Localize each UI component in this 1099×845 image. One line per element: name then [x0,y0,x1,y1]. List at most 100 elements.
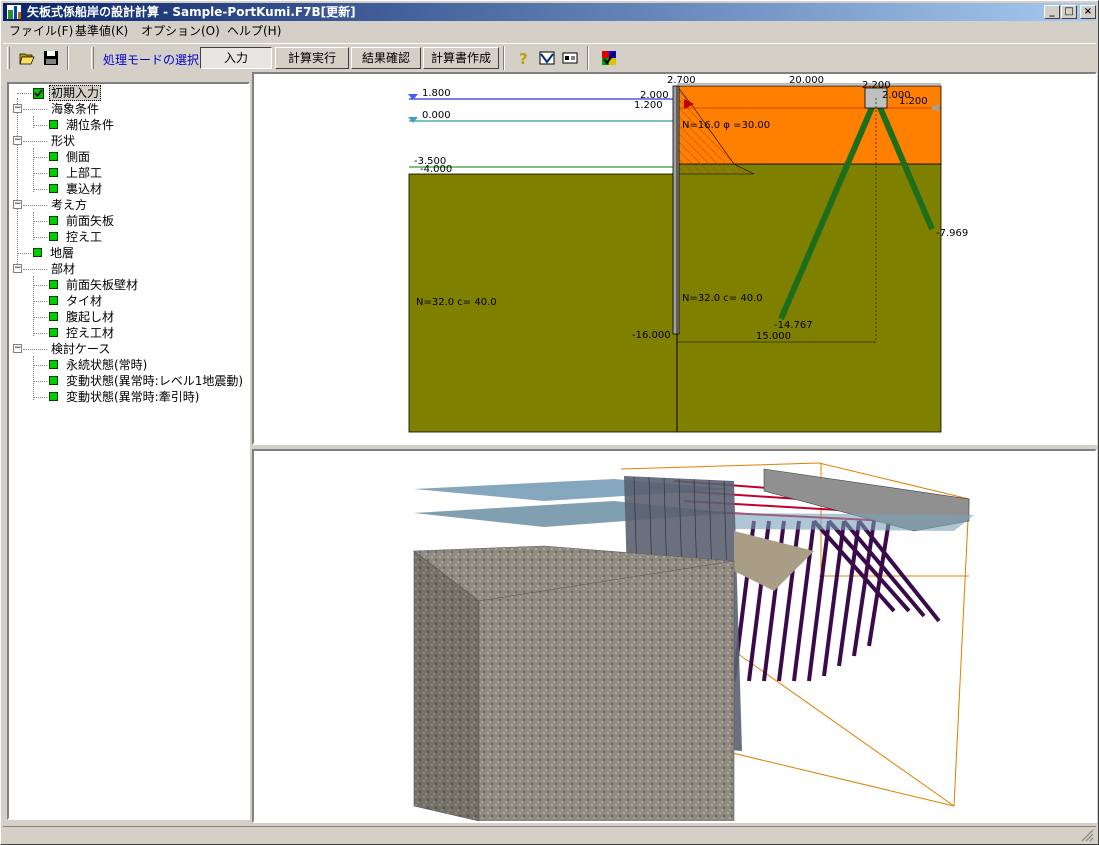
folder-open-icon [19,53,35,65]
tree-item-label: 控え工 [66,230,103,244]
color-check-icon [602,51,616,65]
tree-item-label: 前面矢板 [66,214,115,228]
maximize-button[interactable]: □ [1061,5,1077,19]
collapse-toggle-icon[interactable]: − [13,344,22,353]
minimize-button[interactable]: _ [1044,5,1060,19]
tree-item-label: 側面 [66,150,91,164]
tree-item-label: 考え方 [51,198,88,212]
resize-grip-icon[interactable] [1081,829,1094,842]
application-window: 矢板式係船岸の設計計算 - Sample-PortKumi.F7B[更新] _ … [0,0,1099,845]
status-square-icon [49,312,58,321]
menu-option[interactable]: オプション(O) [141,24,220,39]
status-square-icon [49,376,58,385]
tree-item-label: 裏込材 [66,182,103,196]
anchor-cap-label: 1.200 [899,96,928,107]
soil-back-label: N=32.0 c= 40.0 [682,293,763,304]
book-icon [539,51,555,65]
tree-item-label: 変動状態(異常時:牽引時) [66,390,200,404]
question-mark-icon: ? [519,50,528,66]
menu-bar: ファイル(F) 基準値(K) オプション(O) ヘルプ(H) [3,22,1096,41]
tree-item-label: 海象条件 [51,102,100,116]
status-square-icon [49,152,58,161]
toolbar-grip[interactable] [91,47,94,69]
tree-item-label: 前面矢板壁材 [66,278,139,292]
soil-front-label: N=32.0 c= 40.0 [416,297,497,308]
water-plane-back [734,513,974,531]
mode-report-button[interactable]: 計算書作成 [423,47,499,69]
tree-item-label: タイ材 [66,294,103,308]
tree-item-label: 潮位条件 [66,118,115,132]
about-button[interactable] [559,47,581,69]
menu-file[interactable]: ファイル(F) [9,24,73,39]
collapse-toggle-icon[interactable]: − [13,104,22,113]
tree-item-label: 部材 [51,262,76,276]
status-square-icon [33,248,42,257]
3d-model-svg [413,462,974,821]
status-square-icon [49,232,58,241]
status-square-icon [49,328,58,337]
app-icon [7,5,21,19]
manual-button[interactable] [536,47,558,69]
tree-item-label: 地層 [50,246,75,260]
anchor-tip-left-label: -14.767 [774,320,813,331]
status-square-icon [49,360,58,369]
collapse-toggle-icon[interactable]: − [13,200,22,209]
tree-item-label: 永続状態(常時) [66,358,148,372]
lwl-label: 0.000 [422,110,451,121]
tree-line [33,116,34,128]
tree-item-label: 上部工 [66,166,103,180]
anchor-tip-right-label: -7.969 [936,228,968,239]
input-tree-panel[interactable]: 初期入力 − 海象条件 潮位条件 − 形状 側面 上部工 裏込材 − 考え方 前面矢板 控え工 地層 − 部… [7,82,250,820]
anchor-distance-label: 15.000 [756,331,791,342]
svg-text:?: ? [519,50,528,66]
cross-section-view[interactable]: 2.700 20.000 2.200 2.000 1.800 0.000 -3.… [252,72,1097,445]
tree-item-label: 変動状態(異常時:レベル1地震動) [66,374,244,388]
soil-block-front [478,560,735,821]
status-square-icon [49,216,58,225]
status-square-icon [49,168,58,177]
open-file-button[interactable] [16,47,38,69]
hwl-label: 1.800 [422,88,451,99]
save-file-button[interactable] [40,47,62,69]
tree-line [33,356,34,400]
status-square-icon [49,392,58,401]
tree-item-label: 検討ケース [51,342,111,356]
status-bar [3,826,1096,843]
mode-result-button[interactable]: 結果確認 [351,47,421,69]
mode-select-label: 処理モードの選択 [103,53,200,67]
water-level-symbol [408,117,418,123]
toolbar-grip[interactable] [7,47,10,69]
tree-line [33,212,34,240]
toolbar-separator [503,46,505,70]
toolbar-separator [587,46,589,70]
3d-view[interactable] [252,449,1097,823]
collapse-toggle-icon[interactable]: − [13,264,22,273]
dim-top-b: 20.000 [789,75,824,86]
settings-button[interactable] [598,47,620,69]
status-square-icon [49,184,58,193]
checkbox-checked-icon [33,88,44,99]
tree-line [33,148,34,192]
pile-tip-label: -16.000 [632,330,671,341]
mode-calculate-button[interactable]: 計算実行 [275,47,349,69]
help-button[interactable]: ? [513,47,535,69]
bounding-box [733,650,955,807]
floppy-disk-icon [44,51,58,65]
tree-item-label: 控え工材 [66,326,115,340]
status-square-icon [49,120,58,129]
sheet-pile [672,85,680,335]
collapse-toggle-icon[interactable]: − [13,136,22,145]
dim-top-a: 2.700 [667,75,696,86]
close-button[interactable]: × [1080,5,1096,19]
title-bar[interactable]: 矢板式係船岸の設計計算 - Sample-PortKumi.F7B[更新] _ … [3,3,1096,21]
tree-root-label: 初期入力 [49,85,102,101]
seabed2-label: -4.000 [420,164,452,175]
status-square-icon [49,296,58,305]
mode-input-button[interactable]: 入力 [200,47,272,69]
menu-standard[interactable]: 基準値(K) [75,24,128,39]
backfill-label: N=16.0 φ =30.00 [682,120,770,131]
menu-help[interactable]: ヘルプ(H) [227,24,281,39]
tree-item-label: 腹起し材 [66,310,115,324]
cross-section-svg: 2.700 20.000 2.200 2.000 1.800 0.000 -3.… [408,75,968,433]
info-card-icon [562,52,578,64]
